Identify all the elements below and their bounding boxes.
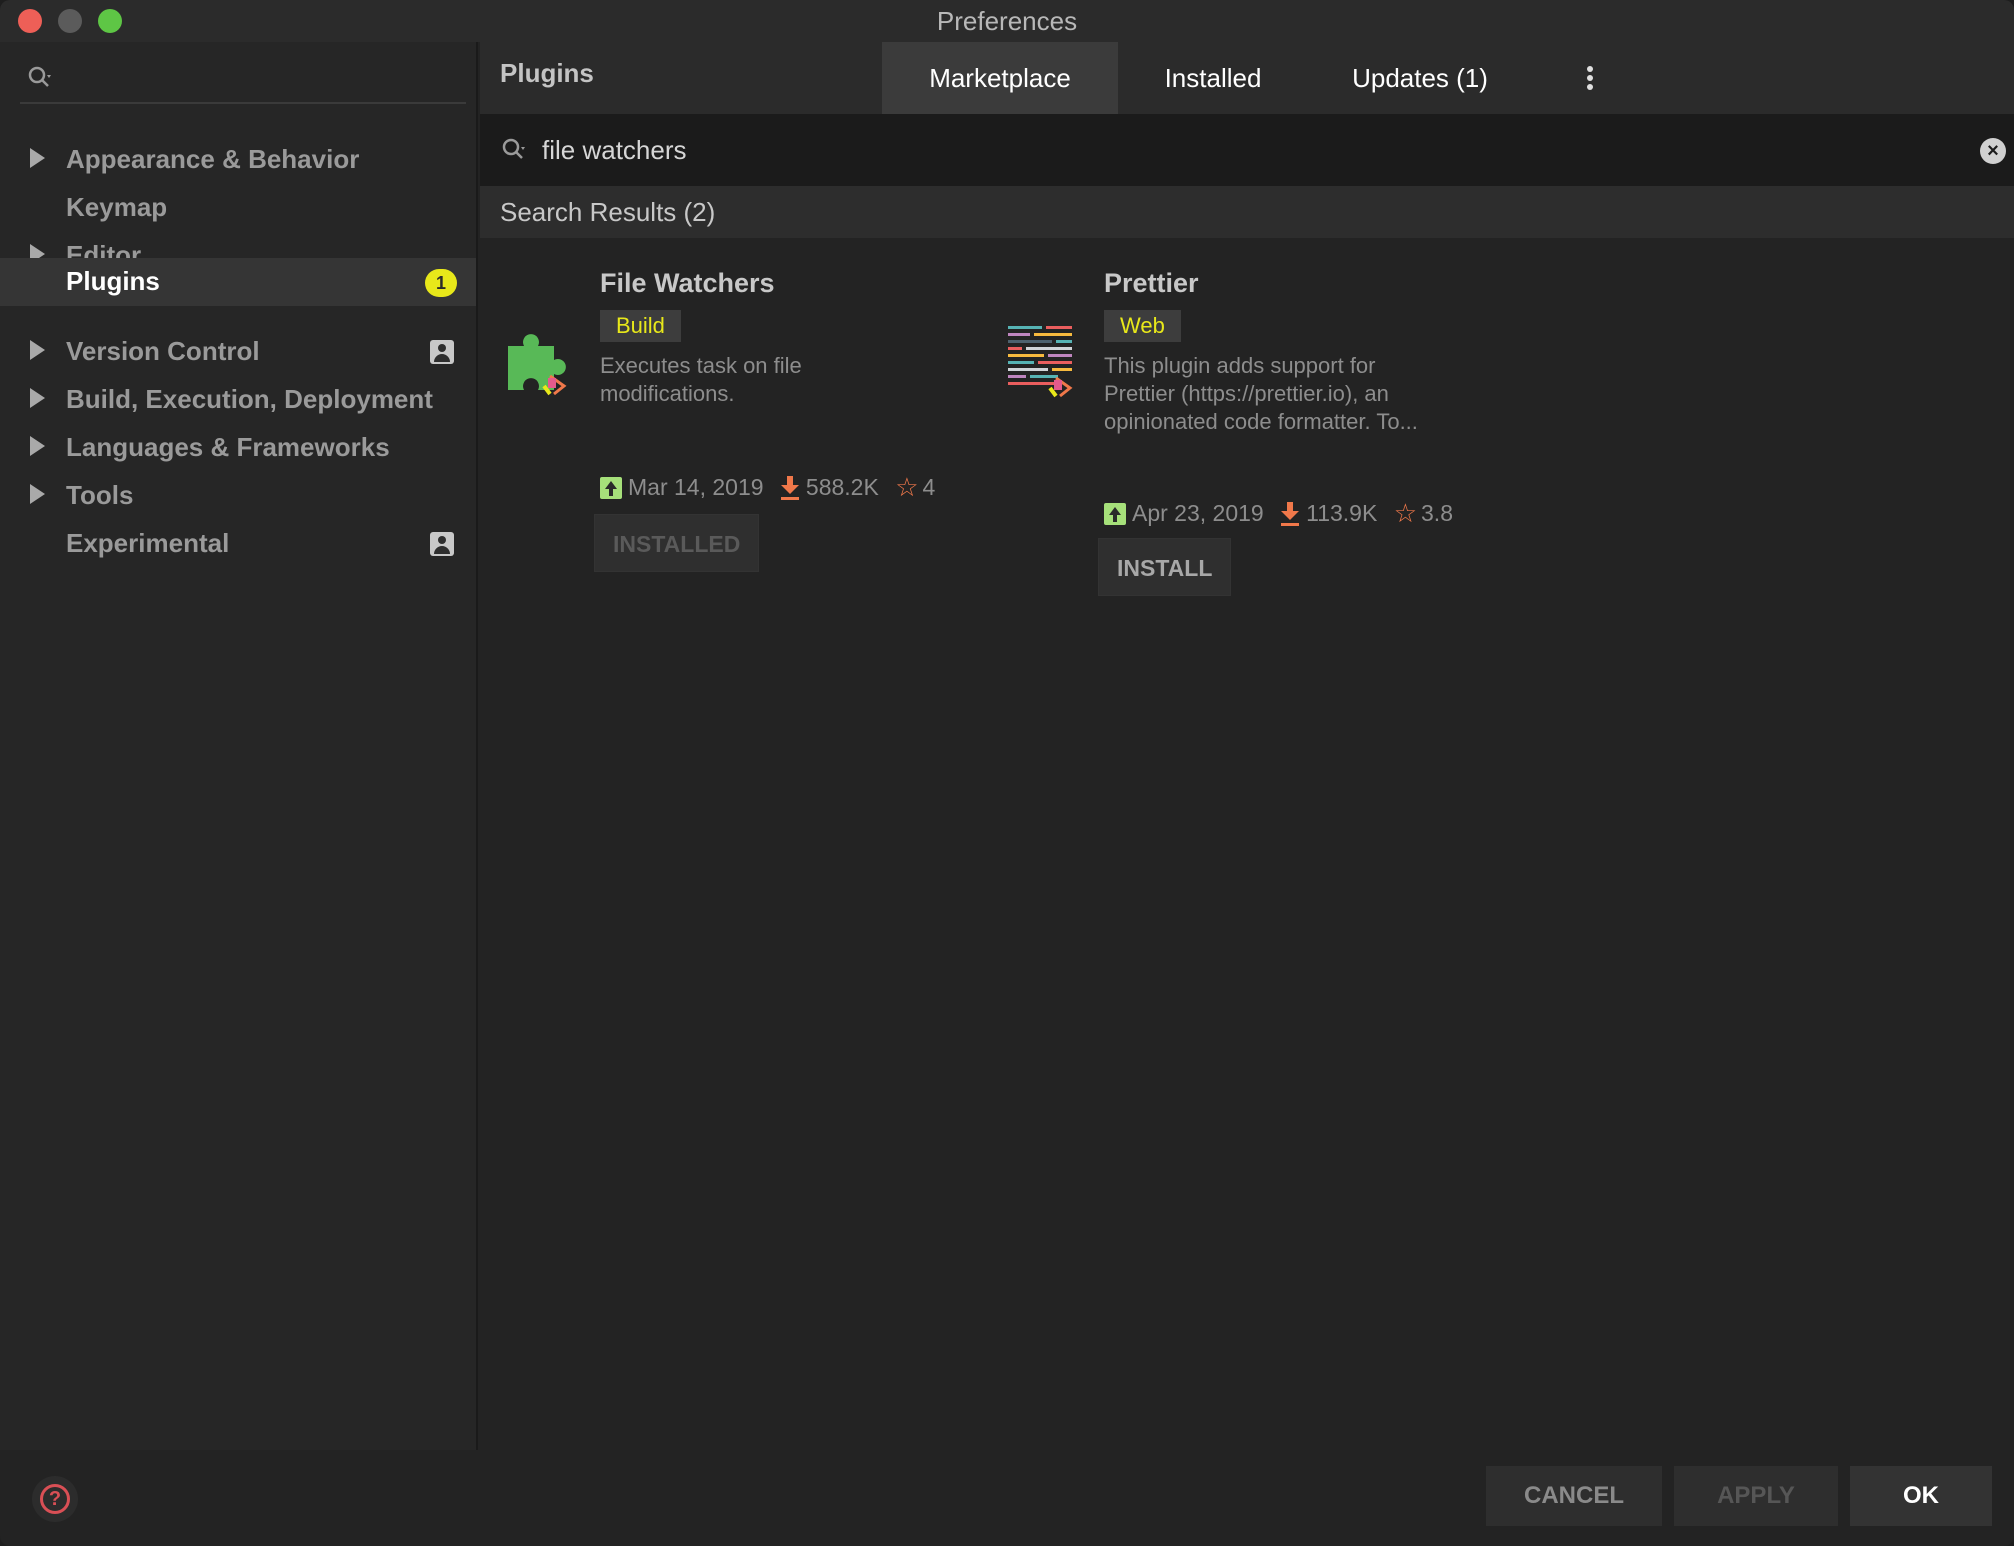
expand-arrow-icon[interactable] xyxy=(30,148,45,168)
update-date-icon xyxy=(600,476,622,499)
sidebar-item-version-control[interactable]: Version Control xyxy=(0,328,476,376)
prettier-logo-icon xyxy=(1008,326,1073,398)
plugin-downloads: 113.9K xyxy=(1306,500,1378,526)
sidebar-item-label: Keymap xyxy=(66,192,168,222)
tab-installed[interactable]: Installed xyxy=(1118,42,1308,114)
sidebar-item-tools[interactable]: Tools xyxy=(0,472,476,520)
search-icon xyxy=(502,138,525,159)
sidebar-item-label: Experimental xyxy=(66,528,230,558)
plugin-search-input[interactable] xyxy=(542,130,1942,170)
sidebar-item-build-execution-deployment[interactable]: Build, Execution, Deployment xyxy=(0,376,476,424)
description-line: opinionated code formatter. To... xyxy=(1104,409,1418,434)
description-line: This plugin adds support for xyxy=(1104,353,1376,378)
update-date-icon xyxy=(1104,502,1126,525)
sidebar-item-label: Tools xyxy=(66,480,134,510)
ok-button[interactable]: OK xyxy=(1850,1466,1992,1526)
plugins-panel: Plugins Marketplace Installed Updates (1… xyxy=(480,42,2014,1450)
installed-button[interactable]: INSTALLED xyxy=(594,514,760,572)
sidebar-item-languages-frameworks[interactable]: Languages & Frameworks xyxy=(0,424,476,472)
sidebar-item-label: Version Control xyxy=(66,336,260,366)
plugin-description: Executes task on file modifications. xyxy=(600,352,802,408)
updates-count-badge: 1 xyxy=(425,269,457,297)
plugin-name[interactable]: Prettier xyxy=(1104,268,1199,299)
sidebar-item-plugins[interactable]: Plugins 1 xyxy=(0,258,476,306)
sidebar-item-experimental[interactable]: Experimental xyxy=(0,520,476,568)
clear-search-icon[interactable]: × xyxy=(1980,138,2006,164)
expand-arrow-icon[interactable] xyxy=(30,340,45,360)
plugin-date: Apr 23, 2019 xyxy=(1132,500,1264,526)
expand-arrow-icon[interactable] xyxy=(30,436,45,456)
plugin-category-tag[interactable]: Build xyxy=(600,310,681,342)
sidebar-search-field[interactable] xyxy=(20,56,466,104)
description-line: modifications. xyxy=(600,381,735,406)
search-results-header: Search Results (2) xyxy=(480,186,2014,238)
tab-marketplace[interactable]: Marketplace xyxy=(882,42,1118,114)
window-title: Preferences xyxy=(936,6,1078,36)
download-icon xyxy=(780,475,800,500)
sidebar-item-label: Build, Execution, Deployment xyxy=(66,384,433,414)
dialog-footer: ? CANCEL APPLY OK xyxy=(0,1450,2014,1546)
more-options-icon[interactable] xyxy=(1580,64,1600,94)
expand-arrow-icon[interactable] xyxy=(30,388,45,408)
star-icon: ☆ xyxy=(1393,498,1418,528)
plugin-downloads: 588.2K xyxy=(805,474,879,500)
plugin-search-bar: × xyxy=(480,114,2014,186)
settings-sidebar: Appearance & Behavior Keymap Editor Plug… xyxy=(0,42,478,1450)
sidebar-item-label: Plugins xyxy=(66,266,160,296)
user-profile-icon xyxy=(430,340,454,364)
plugin-category-tag[interactable]: Web xyxy=(1104,310,1181,342)
plugin-meta: Apr 23, 2019 113.9K ☆ 3.8 xyxy=(1104,498,1470,528)
sidebar-item-label: Languages & Frameworks xyxy=(66,432,390,462)
title-bar: Preferences xyxy=(0,0,2014,42)
description-line: Executes task on file xyxy=(600,353,802,378)
search-results-label: Search Results (2) xyxy=(500,197,716,227)
puzzle-piece-icon xyxy=(508,334,567,396)
plugin-description: This plugin adds support for Prettier (h… xyxy=(1104,352,1418,436)
install-button[interactable]: INSTALL xyxy=(1098,538,1232,596)
description-line: Prettier (https://prettier.io), an xyxy=(1104,381,1389,406)
preferences-window: Preferences Appearance & Behavior Keymap… xyxy=(0,0,2014,1546)
apply-button[interactable]: APPLY xyxy=(1674,1466,1838,1526)
plugin-card-prettier[interactable]: Prettier Web This plugin adds support fo… xyxy=(1004,268,1484,608)
cancel-button[interactable]: CANCEL xyxy=(1486,1466,1662,1526)
sidebar-item-keymap[interactable]: Keymap xyxy=(0,184,476,232)
star-icon: ☆ xyxy=(895,472,919,502)
sidebar-item-appearance-behavior[interactable]: Appearance & Behavior xyxy=(0,136,476,184)
plugin-date: Mar 14, 2019 xyxy=(628,474,764,500)
user-profile-icon xyxy=(430,532,454,556)
plugins-header: Plugins Marketplace Installed Updates (1… xyxy=(480,42,2014,114)
tab-updates[interactable]: Updates (1) xyxy=(1308,42,1532,114)
plugin-rating: 4 xyxy=(922,474,936,500)
plugin-meta: Mar 14, 2019 588.2K ☆ 4 xyxy=(600,472,945,502)
page-title: Plugins xyxy=(500,58,594,88)
plugin-card-file-watchers[interactable]: File Watchers Build Executes task on fil… xyxy=(500,268,980,608)
download-icon xyxy=(1280,501,1300,526)
search-icon xyxy=(28,66,51,87)
help-icon[interactable]: ? xyxy=(40,1484,70,1514)
expand-arrow-icon[interactable] xyxy=(30,484,45,504)
plugin-name[interactable]: File Watchers xyxy=(600,268,775,299)
sidebar-item-label: Appearance & Behavior xyxy=(66,144,360,174)
plugin-rating: 3.8 xyxy=(1421,500,1453,526)
